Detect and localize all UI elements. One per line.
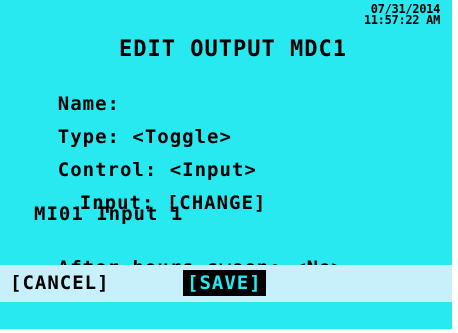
cancel-button[interactable]: [CANCEL] — [8, 269, 112, 297]
screen-title: EDIT OUTPUT MDC1 — [119, 37, 347, 62]
datetime-display: 07/31/2014 11:57:22 AM — [360, 3, 440, 27]
action-bar: [CANCEL] [SAVE] — [0, 265, 452, 302]
input-source-text: MI01 Input 1 — [34, 203, 184, 225]
save-button[interactable]: [SAVE] — [183, 270, 266, 296]
time-text: 11:57:22 AM — [363, 13, 440, 27]
output-edit-screen: 07/31/2014 11:57:22 AM EDIT OUTPUT MDC1 … — [0, 0, 452, 329]
